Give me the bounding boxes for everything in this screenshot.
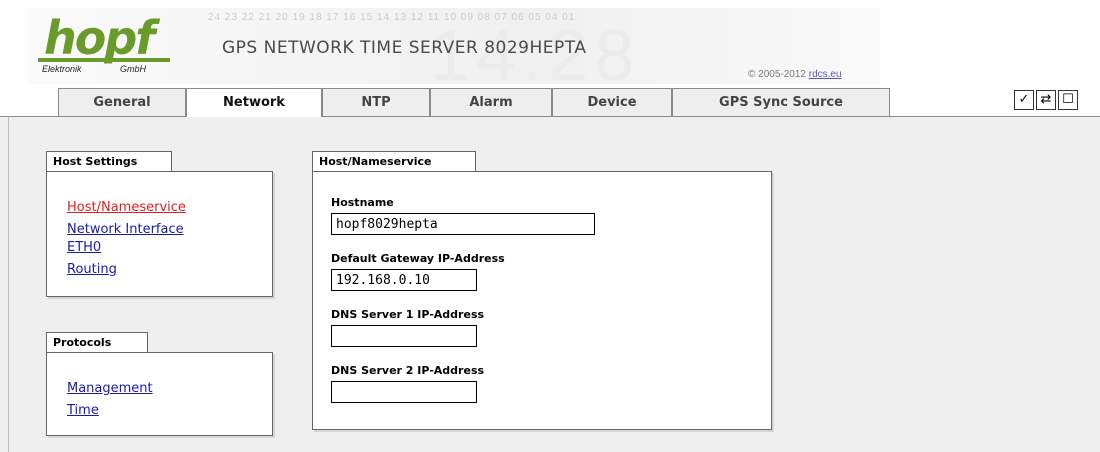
tab-general[interactable]: General bbox=[58, 88, 186, 116]
copyright: © 2005-2012 rdcs.eu bbox=[748, 69, 842, 80]
nav-link-routing[interactable]: Routing bbox=[67, 262, 117, 278]
header: 24 23 22 21 20 19 18 17 16 15 14 13 12 1… bbox=[0, 0, 1100, 92]
nav-link-eth0[interactable]: ETH0 bbox=[67, 240, 101, 256]
hopf-logo: hopf Elektronik GmbH bbox=[34, 14, 174, 78]
nav-link-time[interactable]: Time bbox=[67, 403, 99, 419]
host-settings-header: Host Settings bbox=[46, 151, 172, 171]
save-button[interactable]: ☐ bbox=[1058, 90, 1078, 110]
tab-alarm[interactable]: Alarm bbox=[430, 88, 552, 116]
host-nameservice-header: Host/Nameservice bbox=[312, 151, 476, 171]
default-gateway-label: Default Gateway IP-Address bbox=[331, 252, 505, 265]
copyright-link[interactable]: rdcs.eu bbox=[809, 69, 842, 80]
copyright-text: © 2005-2012 bbox=[748, 69, 809, 80]
logo-wordmark: hopf bbox=[44, 11, 155, 65]
dns-server-1-input[interactable] bbox=[331, 325, 477, 347]
tab-network[interactable]: Network bbox=[186, 88, 322, 117]
checkmark-icon: ✓ bbox=[1018, 92, 1030, 107]
nav-link-host-nameservice[interactable]: Host/Nameservice bbox=[67, 200, 186, 216]
content-left-rule bbox=[8, 117, 9, 452]
nav-link-management[interactable]: Management bbox=[67, 381, 153, 397]
default-gateway-input[interactable] bbox=[331, 269, 477, 291]
tab-gps-sync-source[interactable]: GPS Sync Source bbox=[672, 88, 890, 116]
protocols-header: Protocols bbox=[46, 332, 148, 352]
hostname-input[interactable] bbox=[331, 213, 595, 235]
reload-button[interactable]: ⇄ bbox=[1036, 90, 1056, 110]
hostname-label: Hostname bbox=[331, 196, 394, 209]
main-tab-bar: General Network NTP Alarm Device GPS Syn… bbox=[0, 86, 1100, 117]
logo-sub-left: Elektronik bbox=[42, 64, 82, 74]
tab-device[interactable]: Device bbox=[552, 88, 672, 116]
content-area: Host Settings Host/Nameservice Network I… bbox=[0, 117, 1100, 452]
save-icon: ☐ bbox=[1062, 92, 1074, 107]
dns-server-2-label: DNS Server 2 IP-Address bbox=[331, 364, 485, 377]
logo-sub-right: GmbH bbox=[120, 64, 147, 74]
product-title: GPS NETWORK TIME SERVER 8029HEPTA bbox=[222, 38, 587, 58]
dns-server-1-label: DNS Server 1 IP-Address bbox=[331, 308, 485, 321]
reload-icon: ⇄ bbox=[1040, 92, 1052, 107]
toolbar: ✓ ⇄ ☐ bbox=[1014, 90, 1084, 112]
host-nameservice-panel: Hostname Default Gateway IP-Address DNS … bbox=[312, 171, 772, 430]
apply-button[interactable]: ✓ bbox=[1014, 90, 1034, 110]
dns-server-2-input[interactable] bbox=[331, 381, 477, 403]
host-settings-panel: Host/Nameservice Network Interface ETH0 … bbox=[46, 171, 273, 297]
nav-link-network-interface[interactable]: Network Interface bbox=[67, 222, 184, 238]
protocols-panel: Management Time bbox=[46, 352, 273, 436]
tab-ntp[interactable]: NTP bbox=[322, 88, 430, 116]
logo-underline bbox=[38, 58, 170, 62]
